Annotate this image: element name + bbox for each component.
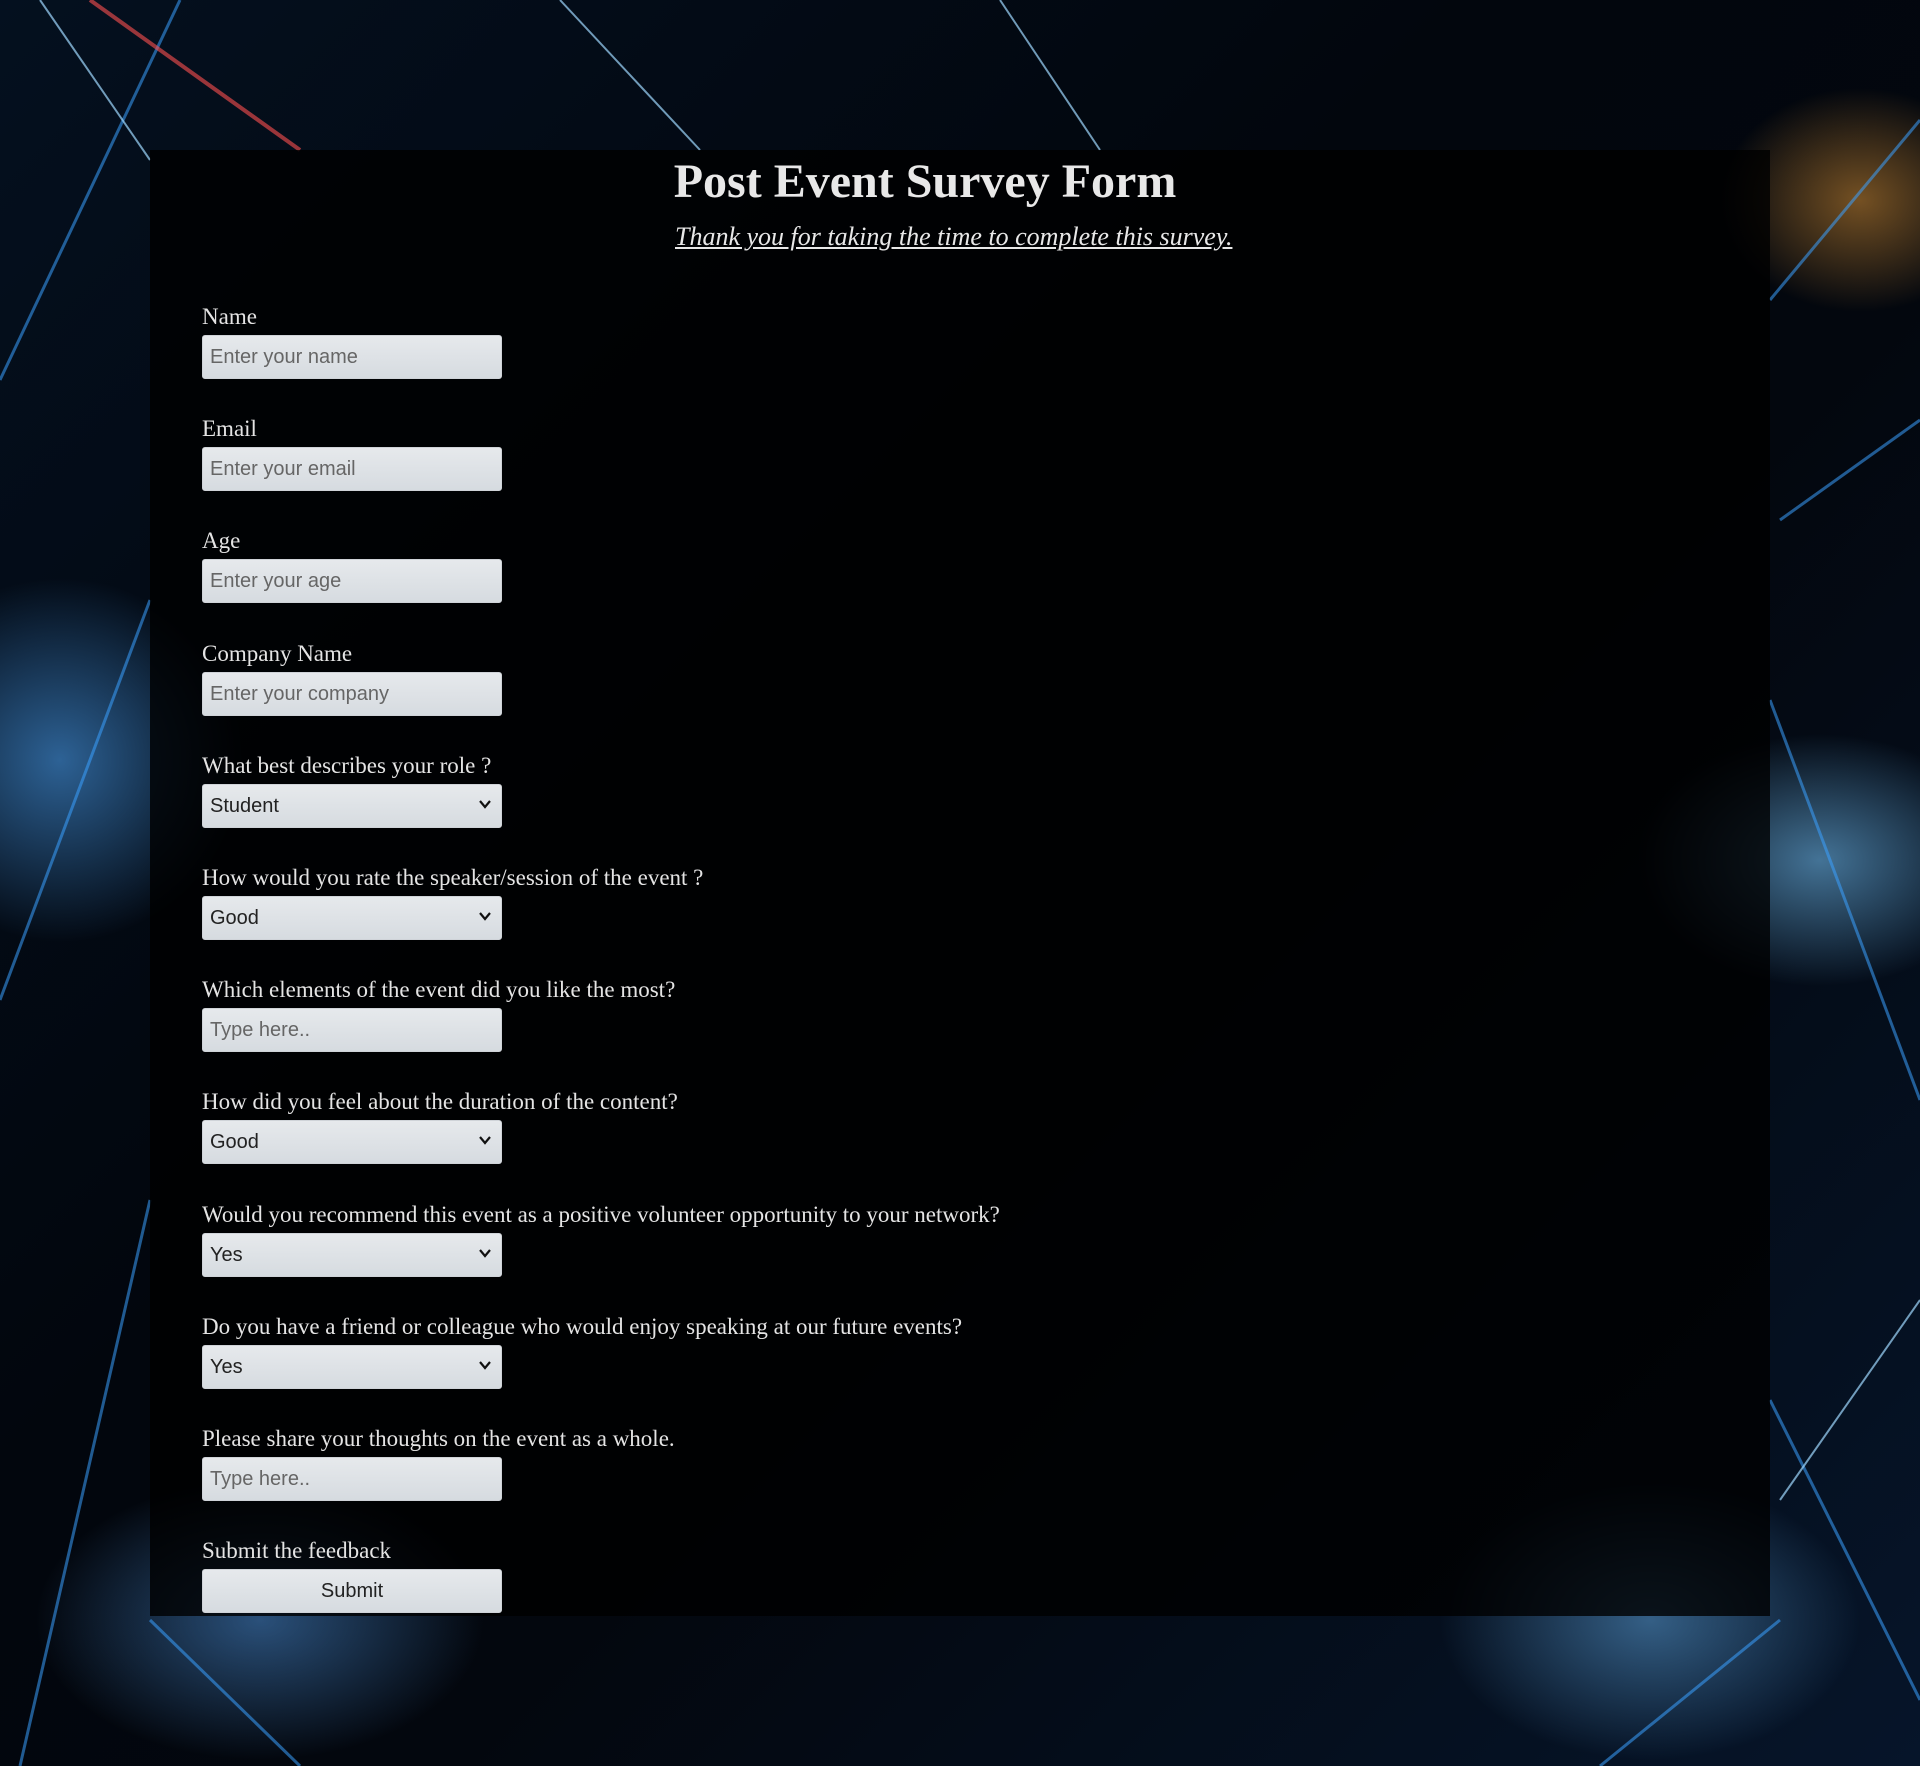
age-label: Age	[202, 528, 241, 553]
liked-elements-label: Which elements of the event did you like…	[202, 977, 676, 1002]
email-input[interactable]	[202, 447, 502, 491]
role-select[interactable]: Student	[202, 784, 502, 828]
thoughts-input[interactable]	[202, 1457, 502, 1501]
duration-select-wrapper: Good	[202, 1120, 502, 1164]
recommend-select[interactable]: Yes	[202, 1233, 502, 1277]
thoughts-label: Please share your thoughts on the event …	[202, 1426, 675, 1451]
name-field-group: Name	[202, 304, 502, 379]
survey-form-panel: Post Event Survey Form Thank you for tak…	[150, 150, 1770, 1616]
friend-speaker-label: Do you have a friend or colleague who wo…	[202, 1314, 963, 1339]
company-label: Company Name	[202, 641, 353, 666]
submit-label: Submit the feedback	[202, 1538, 392, 1563]
recommend-select-wrapper: Yes	[202, 1233, 502, 1277]
role-label: What best describes your role ?	[202, 753, 492, 778]
submit-button[interactable]: Submit	[202, 1569, 502, 1613]
liked-elements-field-group: Which elements of the event did you like…	[202, 977, 675, 1052]
duration-field-group: How did you feel about the duration of t…	[202, 1089, 678, 1164]
speaker-rating-field-group: How would you rate the speaker/session o…	[202, 865, 703, 940]
duration-label: How did you feel about the duration of t…	[202, 1089, 678, 1114]
email-label: Email	[202, 416, 257, 441]
page-subtitle: Thank you for taking the time to complet…	[675, 222, 1233, 251]
thoughts-field-group: Please share your thoughts on the event …	[202, 1426, 675, 1501]
speaker-rating-select[interactable]: Good	[202, 896, 502, 940]
speaker-rating-label: How would you rate the speaker/session o…	[202, 865, 704, 890]
recommend-label: Would you recommend this event as a posi…	[202, 1202, 1000, 1227]
duration-select[interactable]: Good	[202, 1120, 502, 1164]
name-label: Name	[202, 304, 257, 329]
page-title: Post Event Survey Form	[673, 155, 1177, 208]
submit-field-group: Submit the feedback Submit	[202, 1538, 502, 1613]
age-input[interactable]	[202, 559, 502, 603]
liked-elements-input[interactable]	[202, 1008, 502, 1052]
company-field-group: Company Name	[202, 641, 502, 716]
role-field-group: What best describes your role ? Student	[202, 753, 502, 828]
email-field-group: Email	[202, 416, 502, 491]
recommend-field-group: Would you recommend this event as a posi…	[202, 1202, 1000, 1277]
friend-speaker-field-group: Do you have a friend or colleague who wo…	[202, 1314, 962, 1389]
speaker-rating-select-wrapper: Good	[202, 896, 502, 940]
name-input[interactable]	[202, 335, 502, 379]
role-select-wrapper: Student	[202, 784, 502, 828]
age-field-group: Age	[202, 528, 502, 603]
company-input[interactable]	[202, 672, 502, 716]
friend-speaker-select-wrapper: Yes	[202, 1345, 502, 1389]
friend-speaker-select[interactable]: Yes	[202, 1345, 502, 1389]
